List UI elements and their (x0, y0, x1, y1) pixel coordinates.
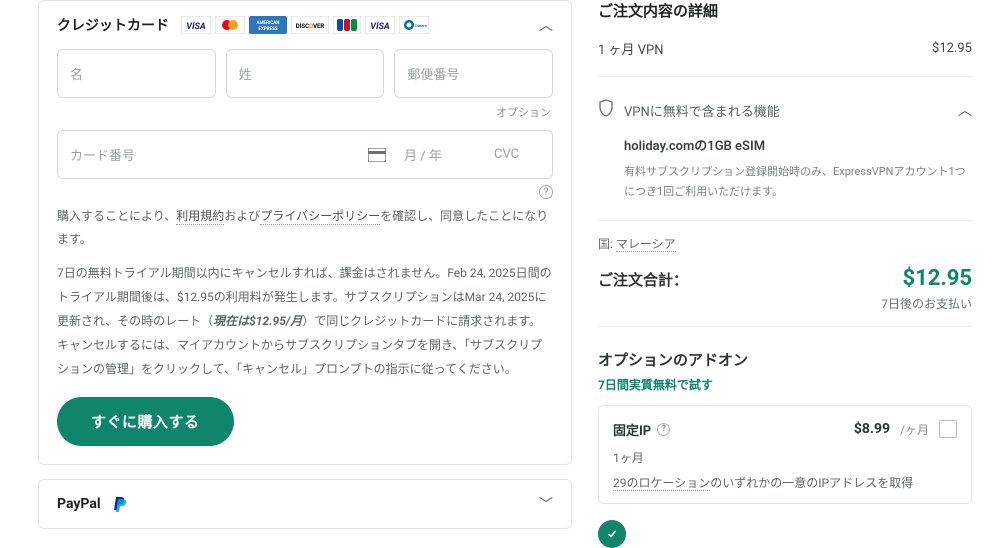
card-icon (368, 148, 392, 162)
jcb-logo (333, 16, 361, 34)
guarantee-row (598, 520, 972, 548)
card-brand-logos: VISA AMERICANEXPRESS DISCOVER VISA Diner… (181, 16, 429, 34)
addon-duration: 1ヶ月 (613, 449, 957, 466)
total-value: $12.95 (903, 266, 973, 291)
svg-text:VISA: VISA (186, 22, 206, 32)
chevron-up-icon: ︿ (539, 15, 553, 35)
svg-text:Diners: Diners (415, 23, 427, 28)
total-note: 7日後のお支払い (598, 295, 972, 312)
addon-locations-link[interactable]: 29のロケーション (613, 476, 710, 491)
plan-label: 1 ヶ月 VPN (598, 39, 664, 58)
order-heading: ご注文内容の詳細 (598, 0, 972, 21)
country-row: 国: マレーシア (598, 235, 972, 252)
shield-icon (598, 99, 614, 121)
svg-text:AMERICAN: AMERICAN (257, 20, 280, 26)
country-link[interactable]: マレーシア (616, 237, 676, 252)
expiry-input[interactable]: 月 / 年 (392, 131, 482, 178)
addon-name: 固定IP (613, 420, 651, 439)
plan-price: $12.95 (932, 41, 972, 56)
zip-input[interactable]: 郵便番号 (394, 49, 553, 98)
card-number-input[interactable]: カード番号 (58, 131, 368, 178)
paypal-logo (113, 496, 127, 512)
visa-logo-2: VISA (365, 16, 395, 34)
discover-logo: DISCOVER (291, 16, 329, 34)
card-details-row[interactable]: カード番号 月 / 年 CVC (57, 130, 553, 179)
svg-text:VISA: VISA (370, 22, 390, 32)
esim-desc: 有料サブスクリプション登録開始時のみ、ExpressVPNアカウント1つにつき1… (624, 162, 972, 202)
esim-block: holiday.comの1GB eSIM 有料サブスクリプション登録開始時のみ、… (598, 129, 972, 206)
addons-heading: オプションのアドオン (598, 349, 972, 370)
addons-trial: 7日間実質無料で試す (598, 376, 972, 393)
guarantee-badge-icon (598, 520, 626, 548)
mastercard-logo (215, 16, 245, 34)
chevron-down-icon: ﹀ (539, 494, 553, 514)
paypal-header[interactable]: PayPal ﹀ (39, 480, 571, 528)
svg-text:DISCOVER: DISCOVER (296, 23, 325, 30)
addon-per: /ヶ月 (900, 421, 929, 438)
diners-logo: Diners (399, 16, 429, 34)
addon-dedicated-ip: 固定IP ? $8.99 /ヶ月 1ヶ月 29のロケーションのいずれかの一意のI… (598, 405, 972, 504)
chevron-up-icon: ︿ (958, 100, 972, 120)
paypal-panel: PayPal ﹀ (38, 479, 572, 529)
cvc-input[interactable]: CVC (482, 133, 552, 176)
addon-price: $8.99 (854, 421, 890, 437)
legal-text: 購入することにより、利用規約およびプライバシーポリシーを確認し、同意したことにな… (57, 205, 553, 251)
visa-logo: VISA (181, 16, 211, 34)
privacy-link[interactable]: プライバシーポリシー (260, 209, 380, 225)
addon-help-icon[interactable]: ? (657, 423, 670, 436)
cc-label: クレジットカード (57, 15, 169, 35)
svg-text:EXPRESS: EXPRESS (258, 26, 277, 32)
credit-card-header[interactable]: クレジットカード VISA AMERICANEXPRESS DISCOVER V… (39, 1, 571, 49)
amex-logo: AMERICANEXPRESS (249, 16, 287, 34)
last-name-input[interactable]: 姓 (226, 49, 385, 98)
buy-now-button[interactable]: すぐに購入する (57, 397, 234, 446)
paypal-label: PayPal (57, 496, 101, 512)
included-features-toggle[interactable]: VPNに無料で含まれる機能 ︿ (598, 91, 972, 129)
total-label: ご注文合計： (598, 269, 688, 290)
fine-print: 7日の無料トライアル期間以内にキャンセルすれば、課金はされません。Feb 24,… (57, 261, 553, 381)
esim-title: holiday.comの1GB eSIM (624, 135, 972, 154)
credit-card-panel: クレジットカード VISA AMERICANEXPRESS DISCOVER V… (38, 0, 572, 465)
terms-link[interactable]: 利用規約 (176, 209, 224, 225)
optional-label: オプション (57, 104, 551, 120)
first-name-input[interactable]: 名 (57, 49, 216, 98)
cvc-help-icon[interactable]: ? (539, 185, 553, 199)
addon-checkbox[interactable] (939, 420, 957, 438)
